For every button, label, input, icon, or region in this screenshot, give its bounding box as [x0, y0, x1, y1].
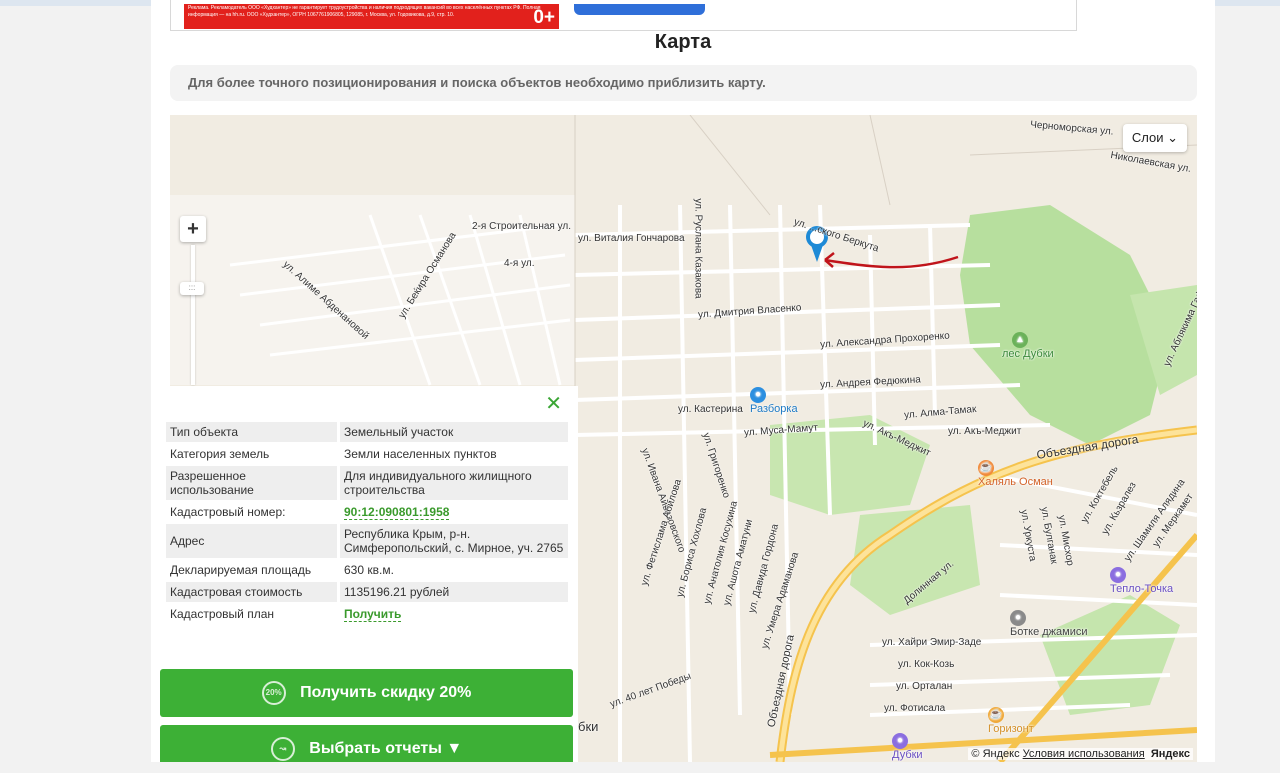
table-row: Кадастровый план Получить	[166, 604, 568, 624]
street-label: 2-я Строительная ул.	[472, 221, 572, 232]
row-value: 630 кв.м.	[344, 563, 394, 577]
ad-red-block[interactable]: Реклама. Рекламодатель ООО «Худхантер» н…	[184, 4, 559, 29]
poi-dubki[interactable]: ● Дубки	[892, 733, 923, 761]
layers-label: Слои	[1131, 130, 1164, 145]
get-discount-label: Получить скидку 20%	[300, 684, 472, 701]
street-label: ул. Акъ-Меджит	[948, 426, 1022, 437]
row-key: Кадастровый номер:	[166, 502, 340, 522]
row-key: Адрес	[166, 524, 340, 558]
street-label: ул. Кастерина	[678, 404, 743, 415]
zoom-slider-handle[interactable]: :::	[180, 282, 204, 295]
row-value: Земельный участок	[340, 422, 568, 442]
row-key: Кадастровая стоимость	[166, 582, 340, 602]
row-value: 90:12:090801:1958	[340, 502, 568, 522]
object-info-table: Тип объекта Земельный участок Категория …	[166, 420, 568, 626]
table-row: Кадастровый номер: 90:12:090801:1958	[166, 502, 568, 522]
street-label: ул. Руслана Казакова	[692, 198, 704, 299]
row-value: Получить	[340, 604, 568, 624]
layers-button[interactable]: Слои ⌄	[1123, 124, 1187, 152]
row-value: Для индивидуального жилищного строительс…	[340, 466, 568, 500]
row-key: Декларируемая площадь	[166, 560, 340, 580]
poi-bki: бки	[578, 719, 598, 734]
row-key: Кадастровый план	[166, 604, 340, 624]
street-label: ул. Кок-Козь	[898, 659, 955, 670]
choose-reports-label: Выбрать отчеты ▼	[309, 740, 463, 757]
shop-icon: ●	[1110, 567, 1126, 583]
yandex-logo: Яндекс	[1150, 748, 1190, 760]
cafe-icon: ☕	[978, 460, 994, 476]
row-key: Тип объекта	[166, 422, 340, 442]
poi-halal[interactable]: ☕ Халяль Осман	[978, 460, 1053, 488]
row-key: Категория земель	[166, 444, 340, 464]
tree-icon: ▲	[1012, 332, 1028, 348]
page-title: Карта	[654, 31, 712, 53]
chevron-down-icon: ⌄	[1167, 130, 1179, 145]
table-row: Категория земель Земли населенных пункто…	[166, 444, 568, 464]
map-copyright: © Яндекс Условия использования Яндекс	[968, 748, 1193, 760]
get-plan-link[interactable]: Получить	[344, 607, 402, 622]
copyright-prefix: © Яндекс	[971, 748, 1020, 760]
row-value: Республика Крым, р-н. Симферопольский, с…	[340, 524, 568, 558]
poi-razborka[interactable]: ● Разборка	[750, 387, 798, 415]
poi-botke[interactable]: ● Ботке джамиси	[1010, 610, 1088, 638]
table-row: Декларируемая площадь 630 кв.м.	[166, 560, 568, 580]
poi-teplo-label: Тепло-Точка	[1110, 583, 1174, 595]
table-row: Тип объекта Земельный участок	[166, 422, 568, 442]
poi-horizon[interactable]: ☕ Горизонт	[988, 707, 1034, 735]
street-label: ул. Орталан	[896, 681, 953, 692]
zoom-in-button[interactable]: +	[180, 216, 206, 242]
street-label: 4-я ул.	[504, 258, 535, 269]
zoom-slider-track[interactable]	[191, 245, 195, 385]
poi-bki-label: бки	[578, 719, 599, 734]
ad-text: Реклама. Рекламодатель ООО «Худхантер» н…	[188, 5, 541, 18]
poi-razborka-label: Разборка	[750, 403, 798, 415]
row-key: Разрешенное использование	[166, 466, 340, 500]
row-value: 1135196.21 рублей	[340, 582, 568, 602]
poi-halal-label: Халяль Осман	[978, 476, 1053, 488]
mosque-icon: ●	[1010, 610, 1026, 626]
ad-age-rating: 0+	[533, 7, 555, 28]
get-discount-button[interactable]: 20% Получить скидку 20%	[160, 669, 573, 717]
shop-icon: ●	[892, 733, 908, 749]
row-value: Земли населенных пунктов	[344, 447, 497, 461]
street-label: ул. Фотисала	[884, 703, 946, 714]
ad-blue-button[interactable]	[574, 4, 705, 15]
poi-teplo[interactable]: ● Тепло-Точка	[1110, 567, 1173, 595]
discount-badge-icon: 20%	[261, 680, 286, 705]
cadastral-number-link[interactable]: 90:12:090801:1958	[344, 505, 450, 520]
choose-reports-button[interactable]: ↝ Выбрать отчеты ▼	[160, 725, 573, 762]
poi-botke-label: Ботке джамиси	[1010, 626, 1088, 638]
map-notice: Для более точного позиционирования и пои…	[170, 65, 1197, 101]
cafe-icon: ☕	[988, 707, 1004, 723]
table-row: Адрес Республика Крым, р-н. Симферопольс…	[166, 524, 568, 558]
terms-link[interactable]: Условия использования	[1023, 748, 1145, 760]
poi-forest-label: лес Дубки	[1002, 348, 1054, 360]
table-row: Разрешенное использование Для индивидуал…	[166, 466, 568, 500]
car-icon: ●	[750, 387, 766, 403]
close-icon[interactable]: ✕	[545, 394, 562, 414]
street-label: ул. Хайри Эмир-Заде	[882, 637, 982, 648]
cursor-click-icon: ↝	[270, 736, 295, 761]
table-row: Кадастровая стоимость 1135196.21 рублей	[166, 582, 568, 602]
street-label: ул. Виталия Гончарова	[578, 233, 685, 244]
poi-horizon-label: Горизонт	[988, 723, 1034, 735]
poi-forest[interactable]: ▲ лес Дубки	[1002, 332, 1054, 360]
poi-dubki-label: Дубки	[892, 749, 923, 761]
